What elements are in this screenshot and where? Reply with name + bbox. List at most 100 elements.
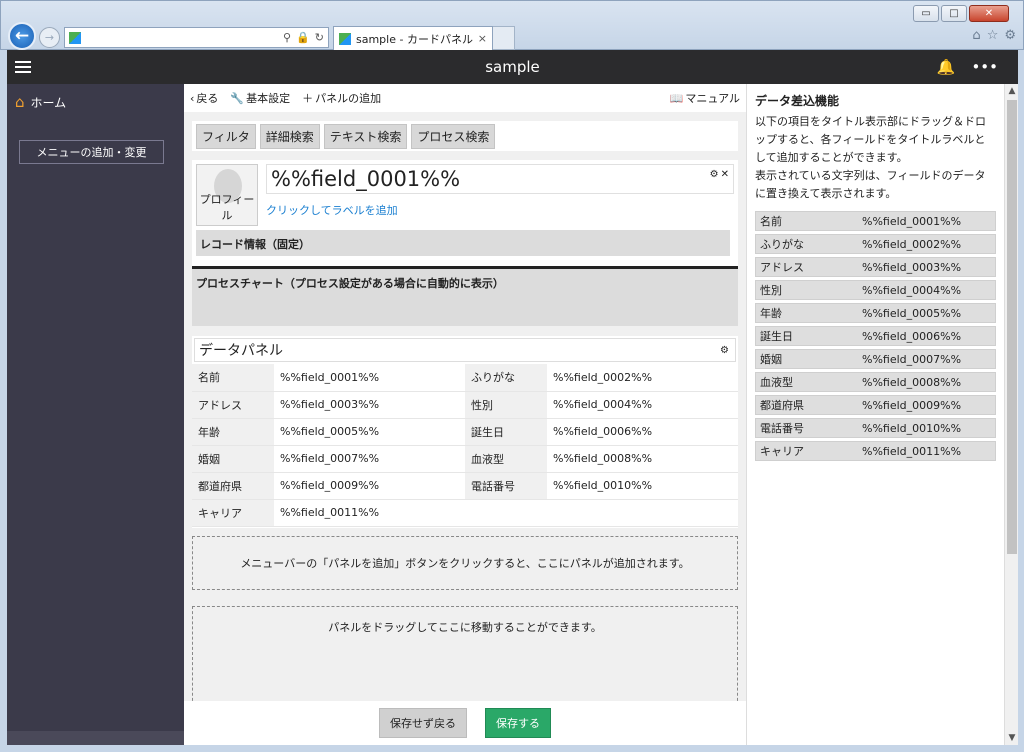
data-insert-description: 以下の項目をタイトル表示部にドラッグ＆ドロップすると、各フィールドをタイトルラベ… xyxy=(755,115,986,164)
record-info-section: レコード情報（固定） xyxy=(196,230,730,256)
sidebar: ⌂ ホーム メニューの追加・変更 xyxy=(7,84,184,745)
tab-filter[interactable]: フィルタ xyxy=(196,123,256,149)
data-insert-description-2: 表示されている文字列は、フィールドのデータに置き換えて表示されます。 xyxy=(755,169,986,200)
window-frame-bottom xyxy=(0,745,1024,752)
field-value: %%field_0008%% xyxy=(547,445,738,473)
back-button[interactable]: ‹ 戻る xyxy=(190,90,218,106)
search-icon[interactable]: ⚲ xyxy=(283,31,291,44)
maximize-button[interactable]: □ xyxy=(941,5,967,22)
title-field[interactable]: %%field_0001%% ⚙ ✕ xyxy=(266,164,734,194)
draggable-field[interactable]: 誕生日 %%field_0006%% xyxy=(755,326,996,346)
window-controls: ▭ □ ✕ xyxy=(913,5,1009,22)
field-name: ふりがな xyxy=(760,238,804,251)
draggable-field[interactable]: 名前 %%field_0001%% xyxy=(755,211,996,231)
gear-icon[interactable]: ⚙ xyxy=(720,345,729,356)
draggable-field[interactable]: 都道府県 %%field_0009%% xyxy=(755,395,996,415)
home-browser-icon[interactable]: ⌂ xyxy=(972,28,980,43)
field-name: 誕生日 xyxy=(760,330,793,343)
basic-settings-button[interactable]: 🔧 基本設定 xyxy=(230,90,290,106)
browser-back-button[interactable]: ← xyxy=(8,22,36,50)
field-name: 婚姻 xyxy=(760,353,782,366)
field-label: 年齢 xyxy=(192,418,274,446)
more-dots-icon[interactable]: ••• xyxy=(971,58,998,76)
data-insert-title: データ差込機能 xyxy=(755,94,840,108)
title-field-value: %%field_0001%% xyxy=(271,167,461,191)
field-value: %%field_0002%% xyxy=(547,364,738,392)
editor-toolbar: ‹ 戻る 🔧 基本設定 ＋ パネルの追加 📖 マニュアル xyxy=(184,84,746,112)
draggable-field[interactable]: ふりがな %%field_0002%% xyxy=(755,234,996,254)
draggable-field[interactable]: 血液型 %%field_0008%% xyxy=(755,372,996,392)
menu-add-change-button[interactable]: メニューの追加・変更 xyxy=(19,140,164,164)
browser-forward-button[interactable]: → xyxy=(39,27,60,48)
draggable-field[interactable]: キャリア %%field_0011%% xyxy=(755,441,996,461)
field-label: 電話番号 xyxy=(465,472,547,500)
table-row: キャリア %%field_0011%% xyxy=(192,499,738,527)
draggable-field[interactable]: 年齢 %%field_0005%% xyxy=(755,303,996,323)
field-name: 電話番号 xyxy=(760,422,804,435)
cancel-without-saving-button[interactable]: 保存せず戻る xyxy=(379,708,467,738)
table-row: 年齢 %%field_0005%% 誕生日 %%field_0006%% xyxy=(192,418,738,446)
wrench-icon: 🔧 xyxy=(230,91,245,105)
draggable-field[interactable]: 婚姻 %%field_0007%% xyxy=(755,349,996,369)
tab-close-icon[interactable]: × xyxy=(478,32,487,45)
gear-icon[interactable]: ⚙ xyxy=(710,169,719,180)
site-favicon-icon xyxy=(69,31,81,44)
field-name: キャリア xyxy=(760,445,804,458)
add-panel-button[interactable]: ＋ パネルの追加 xyxy=(302,90,381,106)
field-name: 血液型 xyxy=(760,376,793,389)
window-frame-right xyxy=(1018,50,1024,752)
basic-settings-label: 基本設定 xyxy=(246,92,291,105)
sidebar-footer xyxy=(7,731,184,745)
save-button[interactable]: 保存する xyxy=(485,708,551,738)
manual-button[interactable]: 📖 マニュアル xyxy=(670,90,740,106)
refresh-icon[interactable]: ↻ xyxy=(315,31,324,44)
lock-icon: 🔒 xyxy=(296,31,310,44)
address-bar[interactable]: ⚲ 🔒 ↻ xyxy=(64,27,329,48)
field-value: %%field_0001%% xyxy=(274,364,465,392)
field-token: %%field_0008%% xyxy=(862,375,962,389)
add-label-link[interactable]: クリックしてラベルを追加 xyxy=(266,202,398,218)
draggable-field[interactable]: アドレス %%field_0003%% xyxy=(755,257,996,277)
field-token: %%field_0003%% xyxy=(862,260,962,274)
close-icon[interactable]: ✕ xyxy=(721,169,729,180)
scrollbar-thumb[interactable] xyxy=(1007,100,1017,554)
tab-text-search[interactable]: テキスト検索 xyxy=(323,123,408,149)
favorites-star-icon[interactable]: ☆ xyxy=(987,28,999,43)
field-label: 性別 xyxy=(465,391,547,419)
search-tabs: フィルタ 詳細検索 テキスト検索 プロセス検索 xyxy=(192,121,738,151)
action-bar: 保存せず戻る 保存する xyxy=(184,701,746,745)
field-token: %%field_0010%% xyxy=(862,421,962,435)
field-label: ふりがな xyxy=(465,364,547,392)
draggable-field[interactable]: 電話番号 %%field_0010%% xyxy=(755,418,996,438)
field-name: アドレス xyxy=(760,261,804,274)
bell-icon[interactable]: 🔔 xyxy=(937,58,956,76)
browser-tab[interactable]: sample - カードパネル編... × xyxy=(333,26,493,50)
avatar[interactable]: プロフィール xyxy=(196,164,258,226)
vertical-scrollbar[interactable]: ▲ ▼ xyxy=(1004,84,1018,745)
empty-cell xyxy=(465,499,547,527)
tab-process-search[interactable]: プロセス検索 xyxy=(411,123,496,149)
avatar-label: プロフィール xyxy=(199,193,255,222)
data-insert-panel: データ差込機能 以下の項目をタイトル表示部にドラッグ＆ドロップすると、各フィール… xyxy=(746,84,1004,745)
scroll-up-icon[interactable]: ▲ xyxy=(1005,84,1019,98)
sidebar-item-home[interactable]: ⌂ ホーム xyxy=(7,84,184,120)
tab-advanced-search[interactable]: 詳細検索 xyxy=(259,123,320,149)
new-tab-button[interactable] xyxy=(493,26,515,50)
draggable-field[interactable]: 性別 %%field_0004%% xyxy=(755,280,996,300)
sidebar-home-label: ホーム xyxy=(30,95,67,110)
draggable-field-list: 名前 %%field_0001%% ふりがな %%field_0002%% アドレス… xyxy=(755,211,996,461)
scroll-down-icon[interactable]: ▼ xyxy=(1005,731,1019,745)
field-token: %%field_0001%% xyxy=(862,214,962,228)
move-panel-drop-zone[interactable]: パネルをドラッグしてここに移動することができます。 xyxy=(192,606,738,706)
hamburger-menu-icon[interactable] xyxy=(15,61,31,73)
close-window-button[interactable]: ✕ xyxy=(969,5,1009,22)
add-panel-label: パネルの追加 xyxy=(315,92,382,105)
card-title-panel: プロフィール %%field_0001%% ⚙ ✕ クリックしてラベルを追加 レ… xyxy=(192,160,738,268)
main-editor: ‹ 戻る 🔧 基本設定 ＋ パネルの追加 📖 マニュアル フィルタ 詳細検索 テ… xyxy=(184,84,746,745)
add-panel-drop-zone[interactable]: メニューバーの「パネルを追加」ボタンをクリックすると、ここにパネルが追加されます… xyxy=(192,536,738,590)
data-panel-header[interactable]: データパネル ⚙ xyxy=(194,338,736,362)
minimize-button[interactable]: ▭ xyxy=(913,5,939,22)
field-value: %%field_0007%% xyxy=(274,445,465,473)
settings-gear-icon[interactable]: ⚙ xyxy=(1004,28,1016,43)
app-header: sample 🔔 ••• xyxy=(7,50,1018,84)
